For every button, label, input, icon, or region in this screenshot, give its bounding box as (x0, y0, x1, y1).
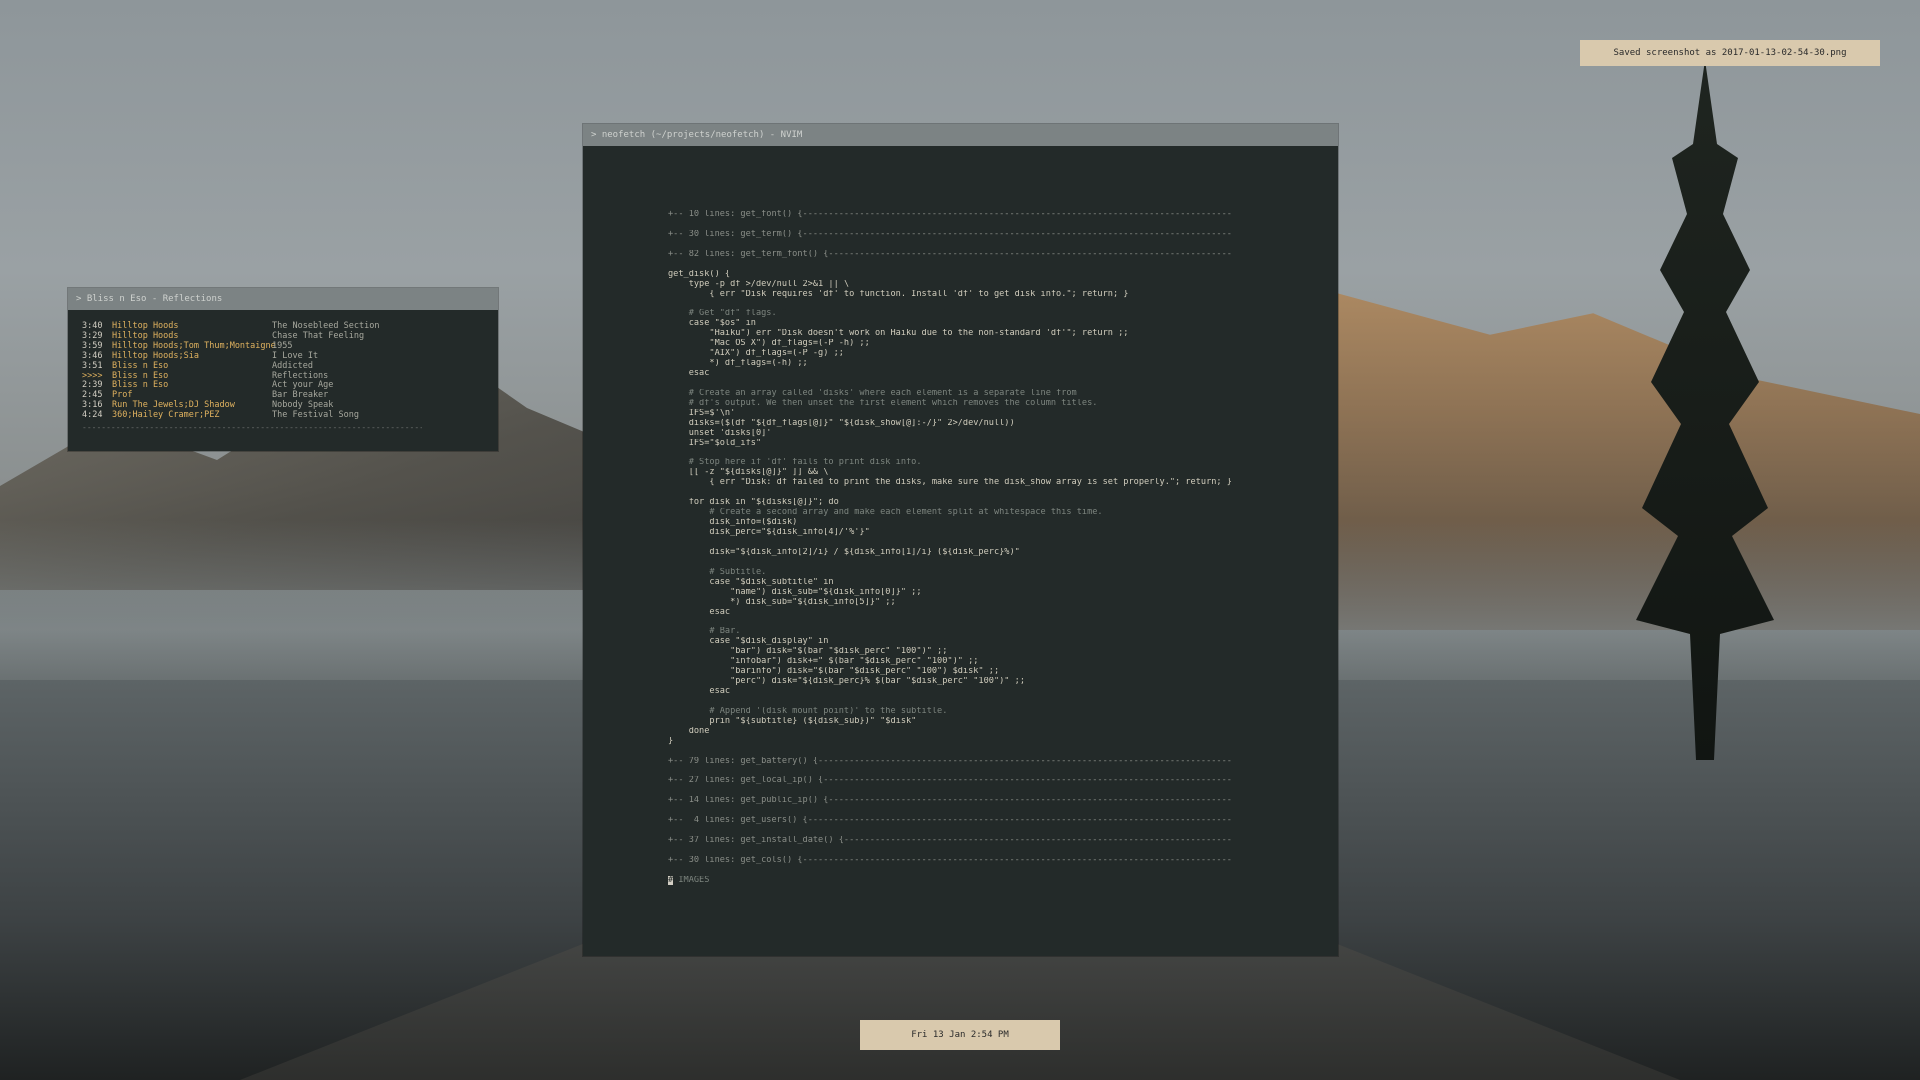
code-line[interactable]: prin "${subtitle} (${disk_sub})" "$disk" (668, 717, 1328, 727)
code-line[interactable]: "barinfo") disk="$(bar "$disk_perc" "100… (668, 667, 1328, 677)
code-line[interactable] (668, 379, 1328, 389)
code-line[interactable]: case "$disk_display" in (668, 637, 1328, 647)
code-line[interactable] (668, 767, 1328, 777)
code-line[interactable] (668, 747, 1328, 757)
fold-line[interactable]: +-- 27 lines: get_local_ip() {----------… (668, 776, 1328, 786)
fold-line[interactable]: +-- 14 lines: get_public_ip() {---------… (668, 796, 1328, 806)
code-line[interactable]: { err "Disk: df failed to print the disk… (668, 478, 1328, 488)
code-line[interactable]: disk_info=($disk) (668, 518, 1328, 528)
code-line[interactable]: type -p df >/dev/null 2>&1 || \ (668, 280, 1328, 290)
code-line[interactable]: [[ -z "${disks[@]}" ]] && \ (668, 468, 1328, 478)
code-line[interactable]: unset 'disks[0]' (668, 429, 1328, 439)
code-line[interactable]: } (668, 737, 1328, 747)
code-line[interactable]: "Mac OS X") df_flags=(-P -h) ;; (668, 339, 1328, 349)
code-line[interactable]: esac (668, 687, 1328, 697)
code-line[interactable]: done (668, 727, 1328, 737)
track-list[interactable]: 3:40 Hilltop Hoods The Nosebleed Section 3:… (68, 310, 498, 433)
code-line[interactable]: for disk in "${disks[@]}"; do (668, 498, 1328, 508)
clock-bar[interactable]: Fri 13 Jan 2:54 PM (860, 1020, 1060, 1050)
code-line[interactable] (668, 220, 1328, 230)
music-player-titlebar[interactable]: > Bliss n Eso - Reflections (68, 288, 498, 310)
code-line[interactable]: "infobar") disk+=" $(bar "$disk_perc" "1… (668, 657, 1328, 667)
track-artist: Bliss n Eso (112, 380, 169, 391)
code-line[interactable]: "bar") disk="$(bar "$disk_perc" "100")" … (668, 647, 1328, 657)
track-song: The Festival Song (272, 410, 359, 421)
code-line[interactable]: # Create an array called 'disks' where e… (668, 389, 1328, 399)
code-line[interactable]: # df's output. We then unset the first e… (668, 399, 1328, 409)
code-line[interactable]: { err "Disk requires 'df' to function. I… (668, 290, 1328, 300)
code-line-text: IMAGES (673, 875, 710, 885)
fold-line[interactable]: +-- 30 lines: get_cols() {--------------… (668, 856, 1328, 866)
track-row[interactable]: 4:24 360;Hailey Cramer;PEZ The Festival So… (82, 410, 498, 421)
code-line[interactable]: # Bar. (668, 627, 1328, 637)
nvim-window[interactable]: > neofetch (~/projects/neofetch) - NVIM … (583, 124, 1338, 956)
code-line[interactable]: "Haiku") err "Disk doesn't work on Haiku… (668, 329, 1328, 339)
code-line[interactable] (668, 558, 1328, 568)
fold-line[interactable]: +-- 37 lines: get_install_date() {------… (668, 836, 1328, 846)
code-line[interactable] (668, 449, 1328, 459)
code-line[interactable]: "perc") disk="${disk_perc}% $(bar "$disk… (668, 677, 1328, 687)
code-line[interactable]: IFS="$old_ifs" (668, 439, 1328, 449)
code-line[interactable]: disk="${disk_info[2]/i} / ${disk_info[1]… (668, 548, 1328, 558)
notification-text: Saved screenshot as 2017-01-13-02-54-30.… (1613, 48, 1847, 58)
code-line[interactable]: # Stop here if 'df' fails to print disk … (668, 458, 1328, 468)
fold-line[interactable]: +-- 10 lines: get_font() {--------------… (668, 210, 1328, 220)
code-line[interactable] (668, 866, 1328, 876)
code-line[interactable]: "name") disk_sub="${disk_info[0]}" ;; (668, 588, 1328, 598)
code-line[interactable]: *) df_flags=(-h) ;; (668, 359, 1328, 369)
fold-line[interactable]: +-- 79 lines: get_battery() {-----------… (668, 757, 1328, 767)
code-line[interactable]: disks=($(df "${df_flags[@]}" "${disk_sho… (668, 419, 1328, 429)
code-line[interactable]: IFS=$'\n' (668, 409, 1328, 419)
code-line[interactable]: esac (668, 369, 1328, 379)
music-player-window[interactable]: > Bliss n Eso - Reflections 3:40 Hilltop … (68, 288, 498, 451)
code-line[interactable] (668, 697, 1328, 707)
fold-line[interactable]: +-- 4 lines: get_users() {--------------… (668, 816, 1328, 826)
code-line[interactable]: get_disk() { (668, 270, 1328, 280)
fold-line[interactable]: +-- 30 lines: get_term() {--------------… (668, 230, 1328, 240)
code-line[interactable]: # Get "df" flags. (668, 309, 1328, 319)
nvim-titlebar[interactable]: > neofetch (~/projects/neofetch) - NVIM (583, 124, 1338, 146)
fold-line[interactable]: +-- 82 lines: get_term_font() {---------… (668, 250, 1328, 260)
code-line[interactable]: # Create a second array and make each el… (668, 508, 1328, 518)
code-buffer[interactable]: +-- 10 lines: get_font() {--------------… (668, 210, 1328, 886)
code-line[interactable]: "AIX") df_flags=(-P -g) ;; (668, 349, 1328, 359)
code-line[interactable]: # IMAGES (668, 875, 1328, 886)
code-line[interactable]: case "$disk_subtitle" in (668, 578, 1328, 588)
code-line[interactable] (668, 617, 1328, 627)
code-line[interactable]: *) disk_sub="${disk_info[5]}" ;; (668, 598, 1328, 608)
code-line[interactable] (668, 846, 1328, 856)
code-line[interactable] (668, 826, 1328, 836)
track-artist: 360;Hailey Cramer;PEZ (112, 410, 220, 421)
code-line[interactable] (668, 299, 1328, 309)
code-line[interactable] (668, 260, 1328, 270)
clock-text: Fri 13 Jan 2:54 PM (911, 1030, 1009, 1040)
code-line[interactable]: # Append '(disk mount point)' to the sub… (668, 707, 1328, 717)
track-list-separator: ----------------------------------------… (82, 423, 422, 433)
pine-tree (1636, 60, 1774, 760)
code-line[interactable]: esac (668, 608, 1328, 618)
code-line[interactable] (668, 786, 1328, 796)
code-line[interactable]: case "$os" in (668, 319, 1328, 329)
code-line[interactable] (668, 806, 1328, 816)
screenshot-notification[interactable]: Saved screenshot as 2017-01-13-02-54-30.… (1580, 40, 1880, 66)
code-line[interactable] (668, 488, 1328, 498)
code-line[interactable] (668, 240, 1328, 250)
code-line[interactable]: disk_perc="${disk_info[4]/'%'}" (668, 528, 1328, 538)
code-line[interactable] (668, 538, 1328, 548)
code-line[interactable]: # Subtitle. (668, 568, 1328, 578)
track-time: 4:24 (82, 410, 103, 421)
